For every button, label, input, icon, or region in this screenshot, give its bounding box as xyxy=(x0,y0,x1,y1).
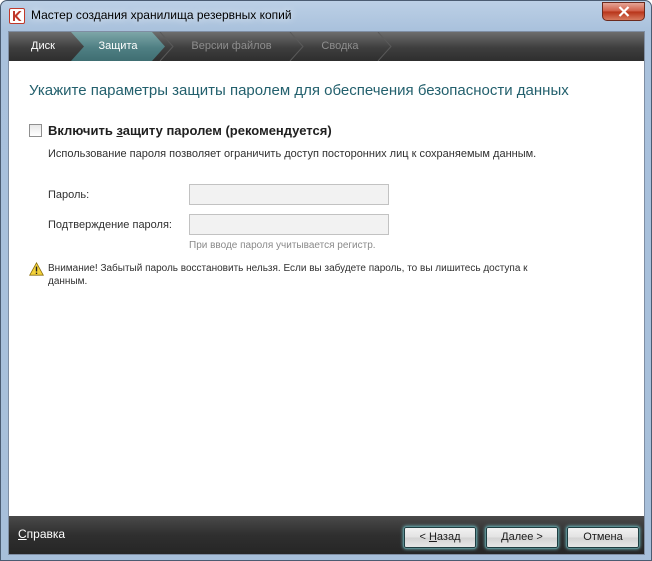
title-bar: Мастер создания хранилища резервных копи… xyxy=(1,1,651,31)
enable-password-row[interactable]: Включить защиту паролем (рекомендуется) xyxy=(29,123,332,138)
close-icon xyxy=(618,6,629,17)
back-button[interactable]: < Назад xyxy=(403,526,477,549)
page-title: Укажите параметры защиты паролем для обе… xyxy=(29,82,569,99)
case-sensitive-hint: При вводе пароля учитывается регистр. xyxy=(189,240,376,251)
confirm-password-field[interactable] xyxy=(189,214,389,235)
step-protection[interactable]: Защита xyxy=(71,32,165,61)
step-separator-icon xyxy=(377,32,392,61)
wizard-steps-bar: Диск Защита Версии файлов Сводка xyxy=(9,32,644,61)
wizard-window: Мастер создания хранилища резервных копи… xyxy=(0,0,652,561)
help-link[interactable]: Справка xyxy=(18,527,65,541)
warning-icon xyxy=(29,262,44,276)
wizard-client-area: Диск Защита Версии файлов Сводка Укажите… xyxy=(8,31,645,555)
password-field[interactable] xyxy=(189,184,389,205)
enable-password-checkbox[interactable] xyxy=(29,124,42,137)
wizard-footer: Справка < Назад Далее > Отмена xyxy=(9,516,644,554)
step-file-versions: Версии файлов xyxy=(191,40,272,52)
warning-text: Внимание! Забытый пароль восстановить не… xyxy=(48,263,528,287)
close-button[interactable] xyxy=(602,2,645,21)
kaspersky-logo-icon xyxy=(9,8,25,24)
cancel-button[interactable]: Отмена xyxy=(566,526,640,549)
password-description: Использование пароля позволяет ограничит… xyxy=(48,148,537,160)
next-button[interactable]: Далее > xyxy=(485,526,559,549)
step-disk[interactable]: Диск xyxy=(9,32,77,61)
password-label: Пароль: xyxy=(48,189,90,201)
step-summary: Сводка xyxy=(321,40,359,52)
enable-password-label[interactable]: Включить защиту паролем (рекомендуется) xyxy=(48,123,332,138)
confirm-password-label: Подтверждение пароля: xyxy=(48,219,172,231)
window-title: Мастер создания хранилища резервных копи… xyxy=(31,8,292,22)
